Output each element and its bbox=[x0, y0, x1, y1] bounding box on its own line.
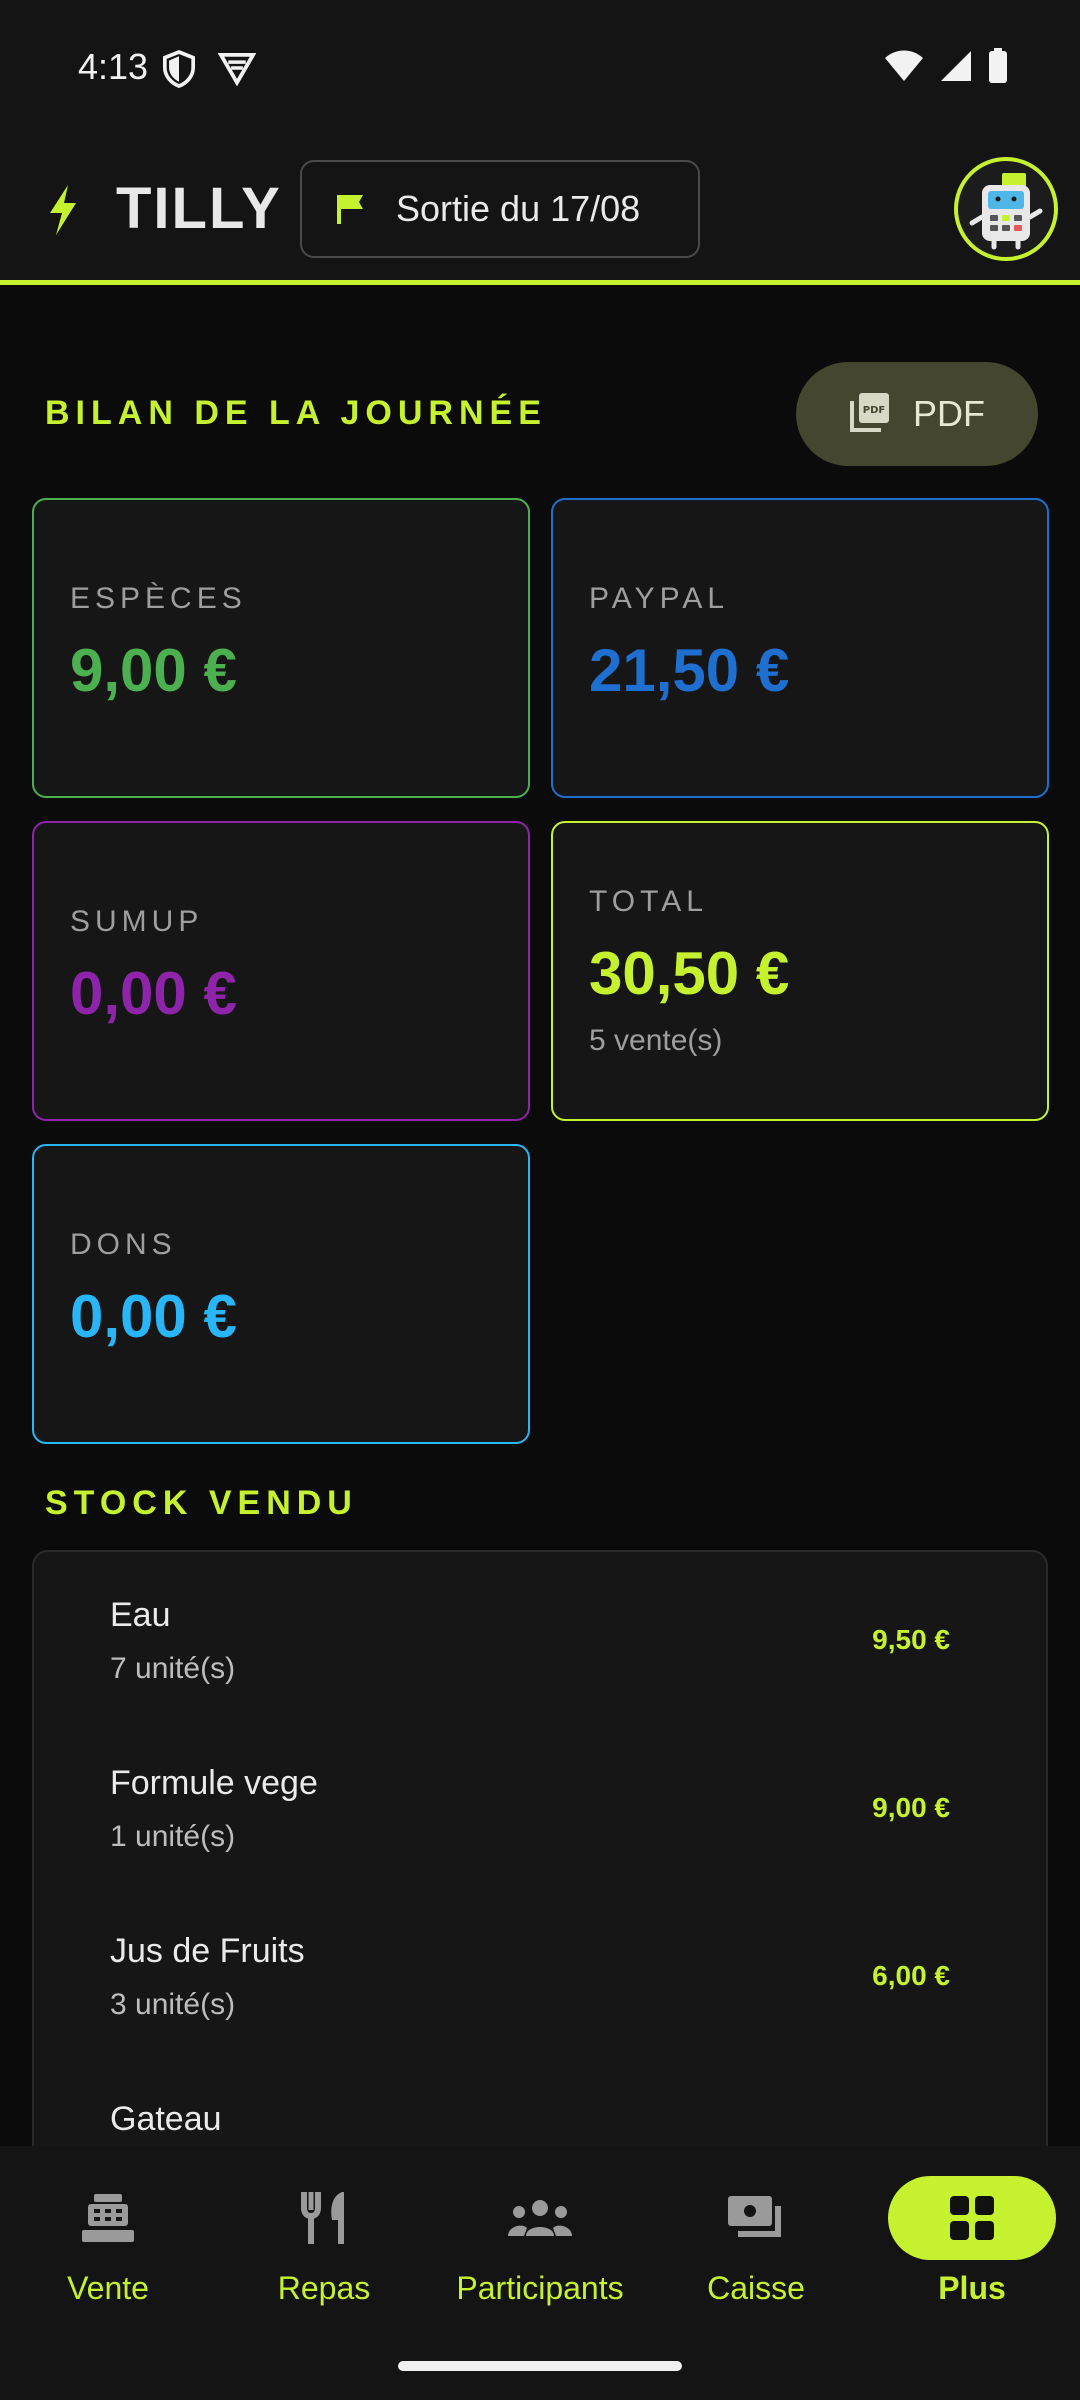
app-screen: 4:13 TILLY Sortie du 17/08 BILAN DE LA J… bbox=[0, 0, 1080, 2400]
card-caption: ESPÈCES bbox=[70, 582, 247, 615]
signal-icon bbox=[940, 50, 972, 87]
session-selector[interactable]: Sortie du 17/08 bbox=[300, 160, 700, 258]
card-dons: DONS 0,00 € bbox=[32, 1144, 530, 1444]
item-price: 6,00 € bbox=[872, 1960, 950, 1991]
status-bar: 4:13 bbox=[0, 0, 1080, 135]
shield-icon bbox=[162, 50, 196, 93]
robot-mascot-icon bbox=[969, 173, 1043, 250]
card-total: TOTAL 30,50 € 5 vente(s) bbox=[551, 821, 1049, 1121]
home-indicator[interactable] bbox=[398, 2361, 682, 2371]
list-item: Jus de Fruits 3 unité(s) 6,00 € bbox=[34, 1908, 1046, 2076]
card-caption: SUMUP bbox=[70, 905, 204, 938]
pdf-icon: PDF bbox=[849, 391, 891, 438]
summary-title: BILAN DE LA JOURNÉE bbox=[45, 394, 547, 432]
bolt-icon bbox=[46, 185, 80, 240]
nav-label: Caisse bbox=[707, 2270, 805, 2306]
wifi-icon bbox=[884, 50, 924, 87]
card-caption: TOTAL bbox=[589, 885, 708, 918]
app-title: TILLY bbox=[116, 176, 282, 241]
cash-register-icon bbox=[82, 2194, 134, 2242]
active-indicator bbox=[888, 2176, 1056, 2260]
card-caption: PAYPAL bbox=[589, 582, 730, 615]
group-icon bbox=[508, 2200, 572, 2236]
vpn-icon bbox=[217, 50, 257, 91]
item-quantity: 1 unité(s) bbox=[110, 1820, 236, 1853]
status-time: 4:13 bbox=[78, 46, 149, 87]
card-amount: 9,00 € bbox=[70, 637, 237, 704]
item-name: Jus de Fruits bbox=[110, 1932, 305, 1970]
item-name: Formule vege bbox=[110, 1764, 318, 1802]
app-header: TILLY Sortie du 17/08 bbox=[0, 135, 1080, 285]
nav-label: Vente bbox=[67, 2270, 149, 2306]
svg-text:PDF: PDF bbox=[863, 405, 885, 416]
item-quantity: 3 unité(s) bbox=[110, 1988, 236, 2021]
nav-item-vente[interactable]: Vente bbox=[0, 2176, 216, 2307]
status-indicators bbox=[884, 48, 1008, 89]
sales-count: 5 vente(s) bbox=[589, 1024, 723, 1057]
avatar[interactable] bbox=[954, 157, 1058, 261]
pdf-export-button[interactable]: PDF PDF bbox=[796, 362, 1038, 466]
item-quantity: 7 unité(s) bbox=[110, 1652, 236, 1685]
list-item: Formule vege 1 unité(s) 9,00 € bbox=[34, 1740, 1046, 1908]
card-caption: DONS bbox=[70, 1228, 177, 1261]
nav-item-repas[interactable]: Repas bbox=[216, 2176, 432, 2307]
flag-icon bbox=[336, 193, 366, 225]
card-sumup: SUMUP 0,00 € bbox=[32, 821, 530, 1121]
nav-label: Participants bbox=[456, 2270, 624, 2306]
item-name: Gateau bbox=[110, 2100, 222, 2138]
card-amount: 21,50 € bbox=[589, 637, 790, 704]
stock-list: Eau 7 unité(s) 9,50 € Formule vege 1 uni… bbox=[32, 1550, 1048, 2250]
grid-icon bbox=[950, 2196, 994, 2240]
stock-title: STOCK VENDU bbox=[45, 1484, 358, 1522]
nav-item-caisse[interactable]: Caisse bbox=[648, 2176, 864, 2307]
card-amount: 30,50 € bbox=[589, 940, 790, 1007]
utensils-icon bbox=[301, 2192, 344, 2244]
card-paypal: PAYPAL 21,50 € bbox=[551, 498, 1049, 798]
card-especes: ESPÈCES 9,00 € bbox=[32, 498, 530, 798]
card-amount: 0,00 € bbox=[70, 960, 237, 1027]
session-label: Sortie du 17/08 bbox=[396, 188, 641, 229]
item-price: 9,50 € bbox=[872, 1624, 950, 1655]
nav-label: Repas bbox=[277, 2270, 371, 2306]
card-amount: 0,00 € bbox=[70, 1283, 237, 1350]
item-name: Eau bbox=[110, 1596, 171, 1634]
list-item: Eau 7 unité(s) 9,50 € bbox=[34, 1572, 1046, 1740]
battery-icon bbox=[988, 48, 1008, 89]
nav-item-plus[interactable]: Plus bbox=[864, 2176, 1080, 2307]
payments-icon bbox=[728, 2196, 781, 2237]
pdf-label: PDF bbox=[913, 393, 985, 434]
item-price: 9,00 € bbox=[872, 1792, 950, 1823]
nav-item-participants[interactable]: Participants bbox=[432, 2176, 648, 2307]
nav-label: Plus bbox=[938, 2270, 1006, 2306]
